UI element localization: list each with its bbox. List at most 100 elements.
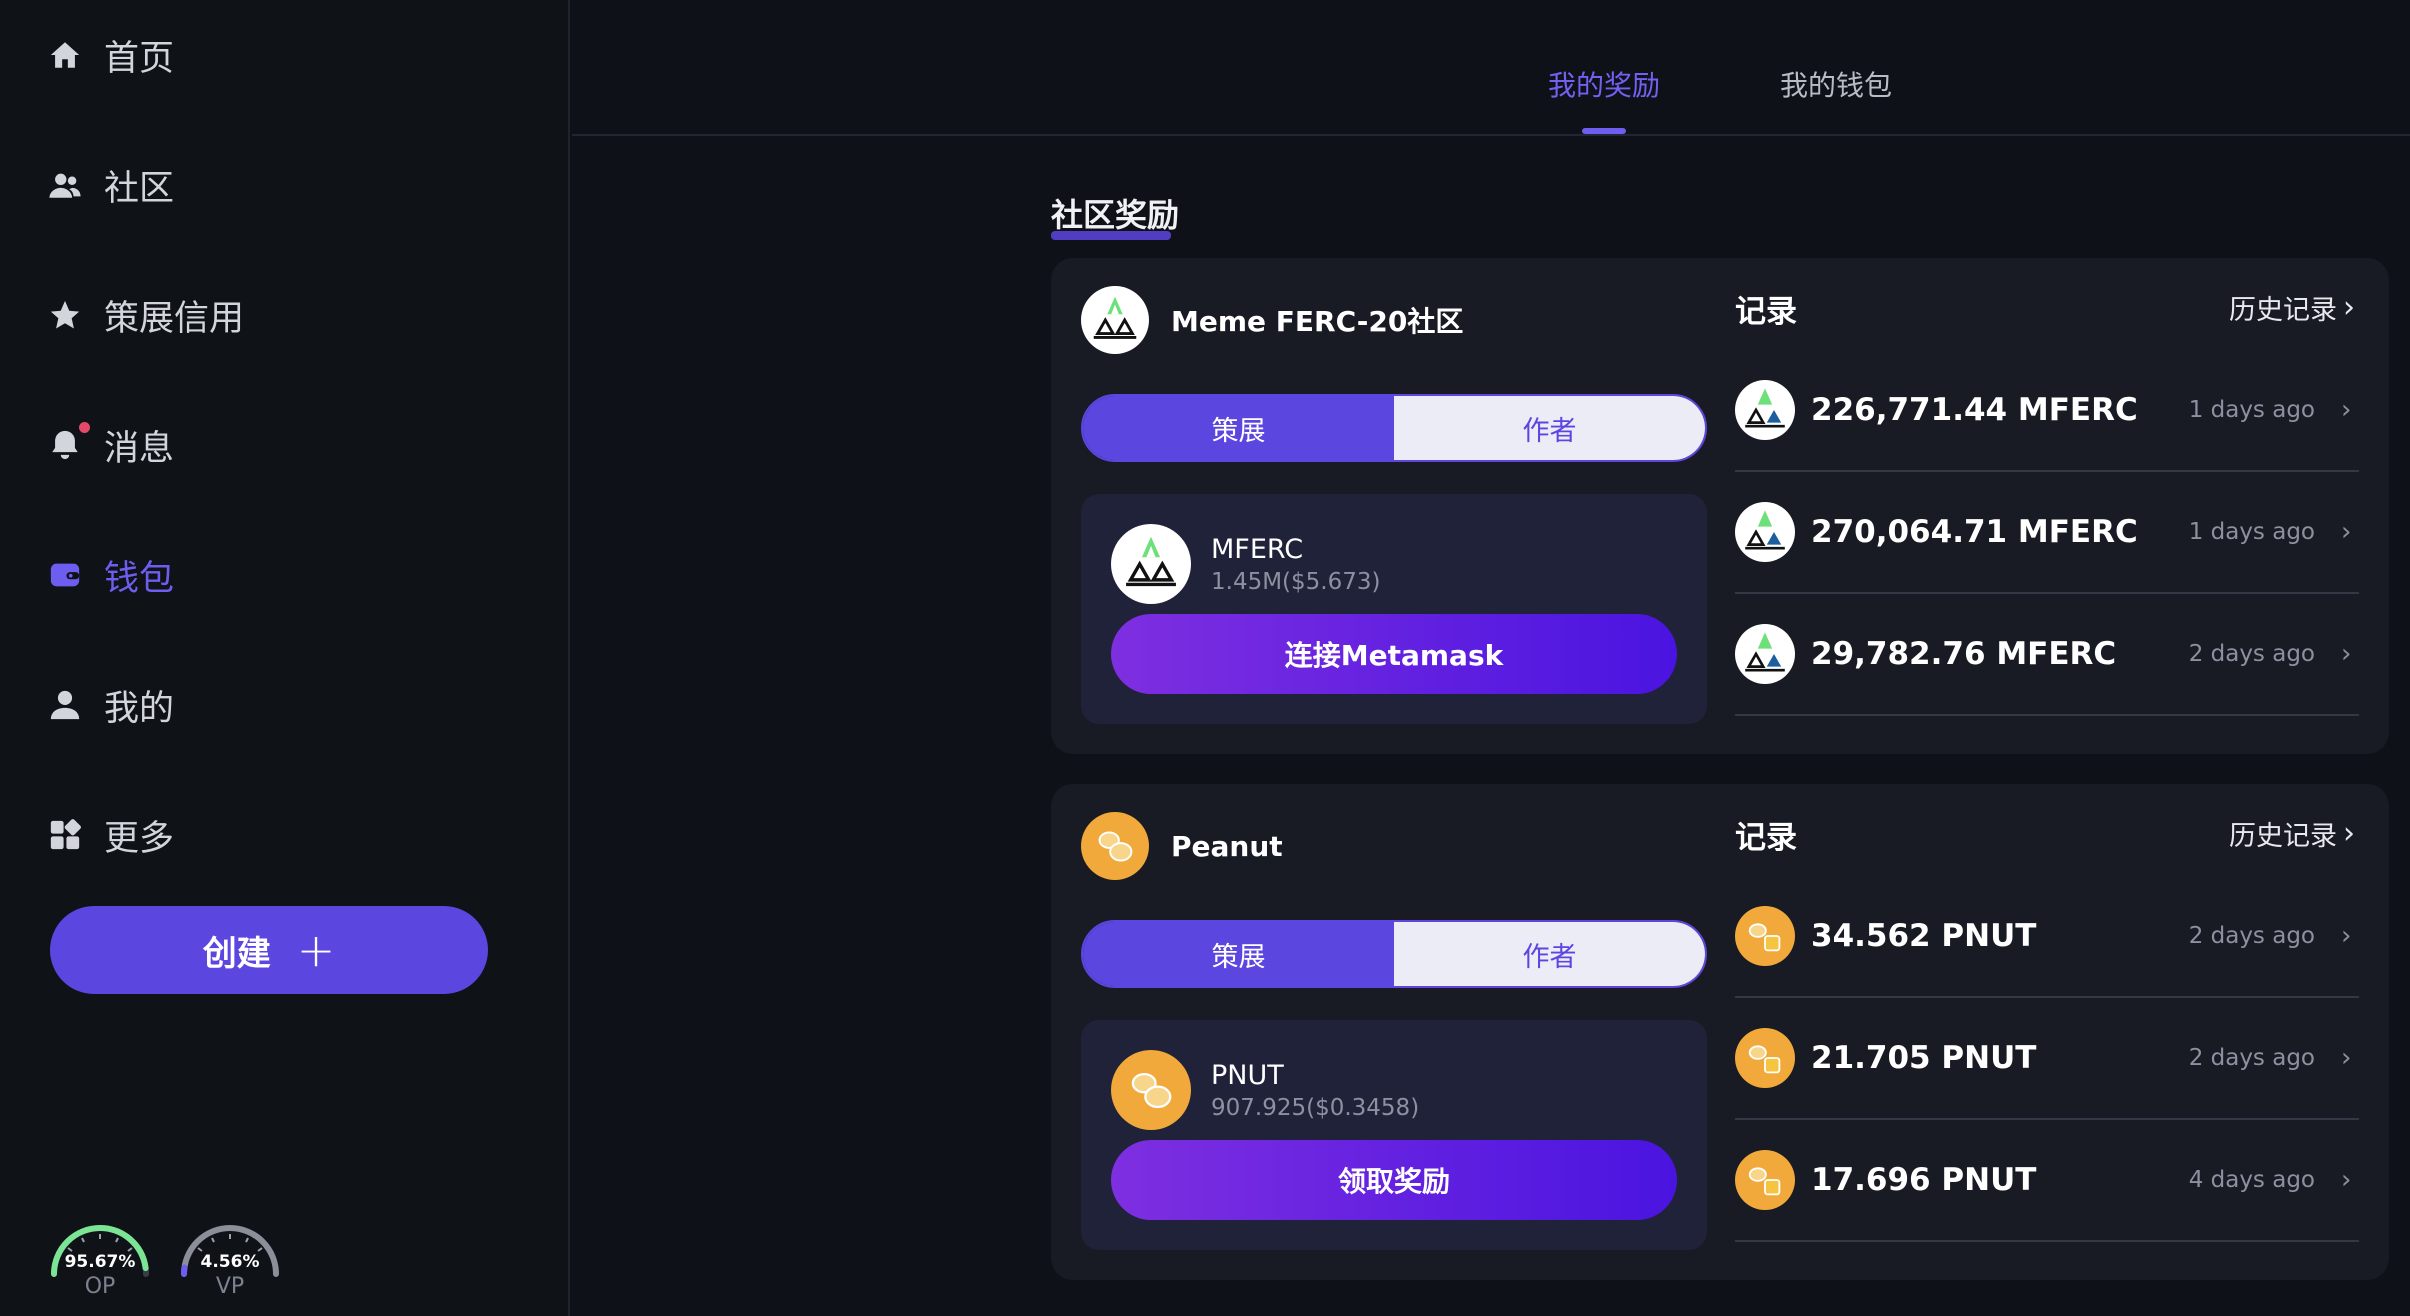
community-header: Meme FERC-20社区 — [1081, 286, 1463, 354]
op-gauge: 95.67% OP — [48, 1218, 152, 1299]
record-time: 2 days ago — [2188, 641, 2315, 667]
chevron-right-icon: › — [2341, 921, 2352, 951]
create-button[interactable]: 创建 + — [50, 906, 488, 994]
record-amount: 34.562 PNUT — [1811, 918, 2037, 954]
pnut-record-icon — [1735, 906, 1795, 966]
pnut-record-icon — [1735, 1028, 1795, 1088]
record-amount: 226,771.44 MFERC — [1811, 392, 2138, 428]
token-balance: 1.45M($5.673) — [1211, 568, 1381, 595]
nav-item-profile[interactable]: 我的 — [46, 675, 174, 735]
nav-item-home[interactable]: 首页 — [46, 25, 174, 85]
mferc-record-icon — [1735, 380, 1795, 440]
record-amount: 17.696 PNUT — [1811, 1162, 2037, 1198]
create-label: 创建 — [202, 933, 271, 974]
records-title: 记录 — [1735, 294, 1797, 330]
record-row[interactable]: 34.562 PNUT 2 days ago › — [1735, 876, 2359, 998]
sidebar: 首页 社区 策展信用 消息 钱包 我的 更多 创建 + 95.67% OP 4.… — [0, 0, 570, 1316]
user-icon — [46, 686, 84, 724]
token-box: PNUT 907.925($0.3458) 领取奖励 — [1081, 1020, 1707, 1250]
vp-value: 4.56% — [200, 1252, 260, 1272]
app-root: 首页 社区 策展信用 消息 钱包 我的 更多 创建 + 95.67% OP 4.… — [0, 0, 2410, 1316]
community-name: Peanut — [1171, 829, 1283, 863]
nav-label: 首页 — [104, 38, 175, 79]
chevron-right-icon: › — [2341, 639, 2352, 669]
segment-author[interactable]: 作者 — [1394, 396, 1705, 460]
chevron-right-icon: › — [2341, 1043, 2352, 1073]
star-icon — [46, 296, 84, 334]
history-link[interactable]: 历史记录 › — [2229, 814, 2355, 853]
tabs-bar: 我的奖励 我的钱包 — [572, 0, 2410, 136]
segment-curation[interactable]: 策展 — [1083, 396, 1394, 460]
chevron-right-icon: › — [2341, 1165, 2352, 1195]
chevron-right-icon: › — [2343, 816, 2355, 851]
chevron-right-icon: › — [2343, 290, 2355, 325]
community-card-meme: Meme FERC-20社区 策展 作者 MFERC 1.45M($5.673)… — [1051, 258, 2389, 754]
nav-label: 更多 — [104, 818, 175, 859]
nav-label: 钱包 — [104, 558, 175, 599]
community-card-peanut: Peanut 策展 作者 PNUT 907.925($0.3458) 领取奖励 … — [1051, 784, 2389, 1280]
mferc-token-icon — [1111, 524, 1191, 604]
nav-label: 社区 — [104, 168, 175, 209]
chevron-right-icon: › — [2341, 517, 2352, 547]
record-time: 2 days ago — [2188, 1045, 2315, 1071]
record-row[interactable]: 29,782.76 MFERC 2 days ago › — [1735, 594, 2359, 716]
record-amount: 270,064.71 MFERC — [1811, 514, 2138, 550]
nav-label: 策展信用 — [104, 298, 245, 339]
token-name: PNUT — [1211, 1059, 1284, 1091]
grid-icon — [46, 816, 84, 854]
section-title-text: 社区奖励 — [1051, 196, 1180, 234]
record-time: 1 days ago — [2188, 397, 2315, 423]
bell-icon — [46, 422, 90, 464]
records-list: 226,771.44 MFERC 1 days ago › 270,064.71… — [1735, 350, 2359, 716]
claim-reward-button[interactable]: 领取奖励 — [1111, 1140, 1677, 1220]
mferc-record-icon — [1735, 502, 1795, 562]
peanut-logo-icon — [1081, 812, 1149, 880]
role-toggle: 策展 作者 — [1081, 394, 1707, 462]
nav-item-messages[interactable]: 消息 — [46, 415, 174, 475]
notification-dot — [79, 422, 90, 433]
token-row: MFERC 1.45M($5.673) — [1111, 524, 1380, 604]
segment-author[interactable]: 作者 — [1394, 922, 1705, 986]
record-row[interactable]: 17.696 PNUT 4 days ago › — [1735, 1120, 2359, 1242]
connect-metamask-button[interactable]: 连接Metamask — [1111, 614, 1677, 694]
meme-logo-icon — [1081, 286, 1149, 354]
wallet-icon — [46, 556, 84, 594]
token-name: MFERC — [1211, 533, 1304, 565]
op-label: OP — [84, 1274, 116, 1299]
role-toggle: 策展 作者 — [1081, 920, 1707, 988]
record-time: 2 days ago — [2188, 923, 2315, 949]
record-time: 4 days ago — [2188, 1167, 2315, 1193]
token-row: PNUT 907.925($0.3458) — [1111, 1050, 1419, 1130]
pnut-record-icon — [1735, 1150, 1795, 1210]
nav-item-more[interactable]: 更多 — [46, 805, 174, 865]
history-link[interactable]: 历史记录 › — [2229, 288, 2355, 327]
nav-item-curation-credit[interactable]: 策展信用 — [46, 285, 244, 345]
record-row[interactable]: 21.705 PNUT 2 days ago › — [1735, 998, 2359, 1120]
record-amount: 29,782.76 MFERC — [1811, 636, 2117, 672]
plus-icon: + — [296, 923, 336, 977]
community-header: Peanut — [1081, 812, 1283, 880]
chevron-right-icon: › — [2341, 395, 2352, 425]
users-icon — [46, 166, 84, 204]
record-time: 1 days ago — [2188, 519, 2315, 545]
token-box: MFERC 1.45M($5.673) 连接Metamask — [1081, 494, 1707, 724]
record-amount: 21.705 PNUT — [1811, 1040, 2037, 1076]
tab-my-rewards[interactable]: 我的奖励 — [1548, 64, 1660, 104]
mferc-record-icon — [1735, 624, 1795, 684]
nav-item-community[interactable]: 社区 — [46, 155, 174, 215]
token-balance: 907.925($0.3458) — [1211, 1094, 1420, 1121]
segment-curation[interactable]: 策展 — [1083, 922, 1394, 986]
vp-gauge: 4.56% VP — [178, 1218, 282, 1299]
section-title: 社区奖励 — [1051, 190, 1180, 240]
record-row[interactable]: 270,064.71 MFERC 1 days ago › — [1735, 472, 2359, 594]
community-name: Meme FERC-20社区 — [1171, 305, 1464, 338]
home-icon — [46, 36, 84, 74]
history-label: 历史记录 — [2229, 821, 2337, 852]
record-row[interactable]: 226,771.44 MFERC 1 days ago › — [1735, 350, 2359, 472]
nav-label: 我的 — [104, 688, 175, 729]
tab-my-wallet[interactable]: 我的钱包 — [1780, 64, 1892, 104]
records-title: 记录 — [1735, 820, 1797, 856]
nav-item-wallet[interactable]: 钱包 — [46, 545, 174, 605]
pnut-token-icon — [1111, 1050, 1191, 1130]
records-list: 34.562 PNUT 2 days ago › 21.705 PNUT 2 d… — [1735, 876, 2359, 1242]
